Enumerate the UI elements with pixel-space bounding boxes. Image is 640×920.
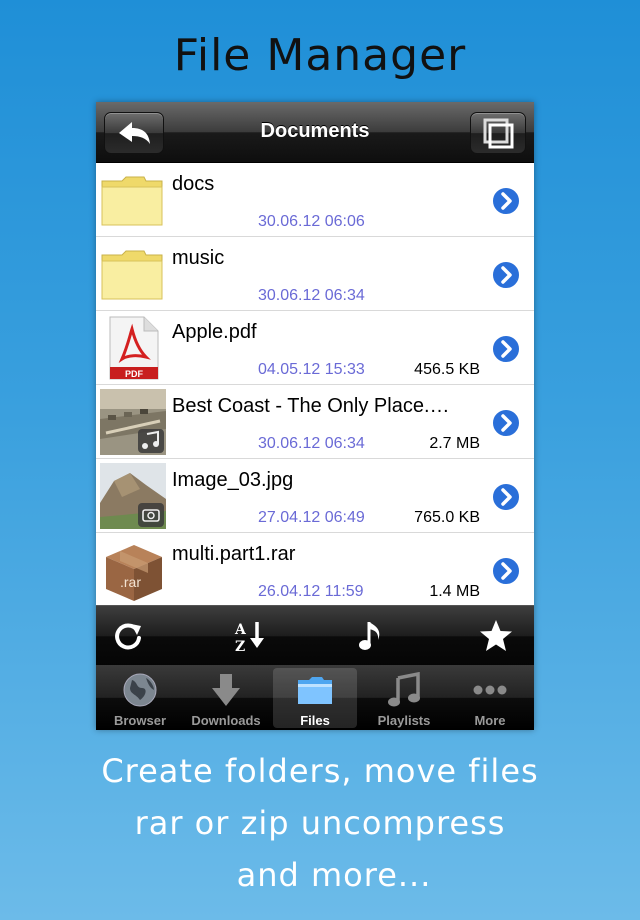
music-note-icon [388, 672, 420, 707]
file-size: 765.0 KB [414, 509, 480, 526]
tab-browser[interactable]: Browser [98, 668, 182, 728]
svg-text:A: A [234, 622, 247, 638]
copy-button[interactable] [470, 112, 526, 154]
file-date: 30.06.12 06:06 [258, 213, 365, 230]
file-name: docs [172, 173, 215, 195]
disclosure-chevron-icon[interactable] [490, 481, 522, 513]
file-name: music [172, 247, 225, 269]
phone-screen: Documents docs 30.06.12 06:06 music 30.0… [96, 102, 534, 730]
bottom-toolbar: A Z [96, 605, 534, 666]
folder-icon [298, 677, 332, 704]
file-list[interactable]: docs 30.06.12 06:06 music 30.06.12 06:34 [96, 163, 534, 607]
file-row-docs[interactable]: docs 30.06.12 06:06 [96, 163, 534, 237]
file-date: 26.04.12 11:59 [258, 583, 364, 600]
svg-text:Z: Z [235, 639, 245, 654]
favorites-star-icon[interactable] [478, 618, 514, 654]
copy-windows-icon [483, 118, 514, 149]
file-date: 27.04.12 06:49 [258, 509, 365, 526]
globe-icon [123, 673, 157, 707]
file-name: Apple.pdf [172, 321, 257, 343]
image-thumbnail-icon [100, 463, 166, 529]
file-name: multi.part1.rar [172, 543, 296, 565]
tab-label: Playlists [377, 713, 431, 728]
rar-archive-icon: .rar [106, 545, 162, 601]
file-row-image-03[interactable]: Image_03.jpg 27.04.12 06:49 765.0 KB [96, 459, 534, 533]
file-size: 456.5 KB [414, 361, 480, 378]
tab-label: Files [300, 713, 330, 728]
file-row-apple-pdf[interactable]: PDF Apple.pdf 04.05.12 15:33 456.5 KB [96, 311, 534, 385]
tab-bar: Browser Downloads Files Playlists More [96, 665, 534, 730]
pdf-badge-text: PDF [125, 369, 144, 379]
tab-label: More [474, 713, 506, 728]
tab-label: Browser [113, 713, 167, 728]
refresh-icon[interactable] [110, 618, 146, 654]
caption-line-3: and more... [236, 856, 432, 894]
nav-title: Documents [260, 120, 370, 142]
file-date: 30.06.12 06:34 [258, 435, 365, 452]
tab-files[interactable]: Files [273, 668, 357, 728]
navigation-bar: Documents [96, 102, 534, 163]
disclosure-chevron-icon[interactable] [490, 333, 522, 365]
music-note-icon[interactable] [354, 618, 390, 654]
file-size: 1.4 MB [429, 583, 480, 600]
folder-icon [101, 176, 163, 226]
file-date: 30.06.12 06:34 [258, 287, 365, 304]
file-name: Best Coast - The Only Place.… [172, 395, 450, 417]
disclosure-chevron-icon[interactable] [490, 259, 522, 291]
caption-line-1: Create folders, move files [101, 752, 539, 790]
file-name: Image_03.jpg [172, 469, 294, 491]
rar-badge-text: .rar [120, 574, 141, 590]
download-arrow-icon [212, 674, 240, 706]
disclosure-chevron-icon[interactable] [490, 185, 522, 217]
audio-thumbnail-icon [100, 389, 166, 455]
file-size: 2.7 MB [429, 435, 480, 452]
tab-playlists[interactable]: Playlists [362, 668, 446, 728]
tab-label: Downloads [191, 713, 261, 728]
file-date: 04.05.12 15:33 [258, 361, 365, 378]
more-dots-icon [473, 685, 507, 695]
headline: File Manager [173, 30, 467, 81]
sort-alphabetical-icon[interactable]: A Z [232, 618, 268, 654]
disclosure-chevron-icon[interactable] [490, 407, 522, 439]
file-row-multi-rar[interactable]: .rar multi.part1.rar 26.04.12 11:59 1.4 … [96, 533, 534, 607]
file-row-best-coast[interactable]: Best Coast - The Only Place.… 30.06.12 0… [96, 385, 534, 459]
tab-downloads[interactable]: Downloads [184, 668, 268, 728]
disclosure-chevron-icon[interactable] [490, 555, 522, 587]
pdf-file-icon: PDF [109, 316, 159, 380]
tab-more[interactable]: More [448, 668, 532, 728]
file-row-music[interactable]: music 30.06.12 06:34 [96, 237, 534, 311]
folder-icon [101, 250, 163, 300]
caption-line-2: rar or zip uncompress [134, 804, 506, 842]
